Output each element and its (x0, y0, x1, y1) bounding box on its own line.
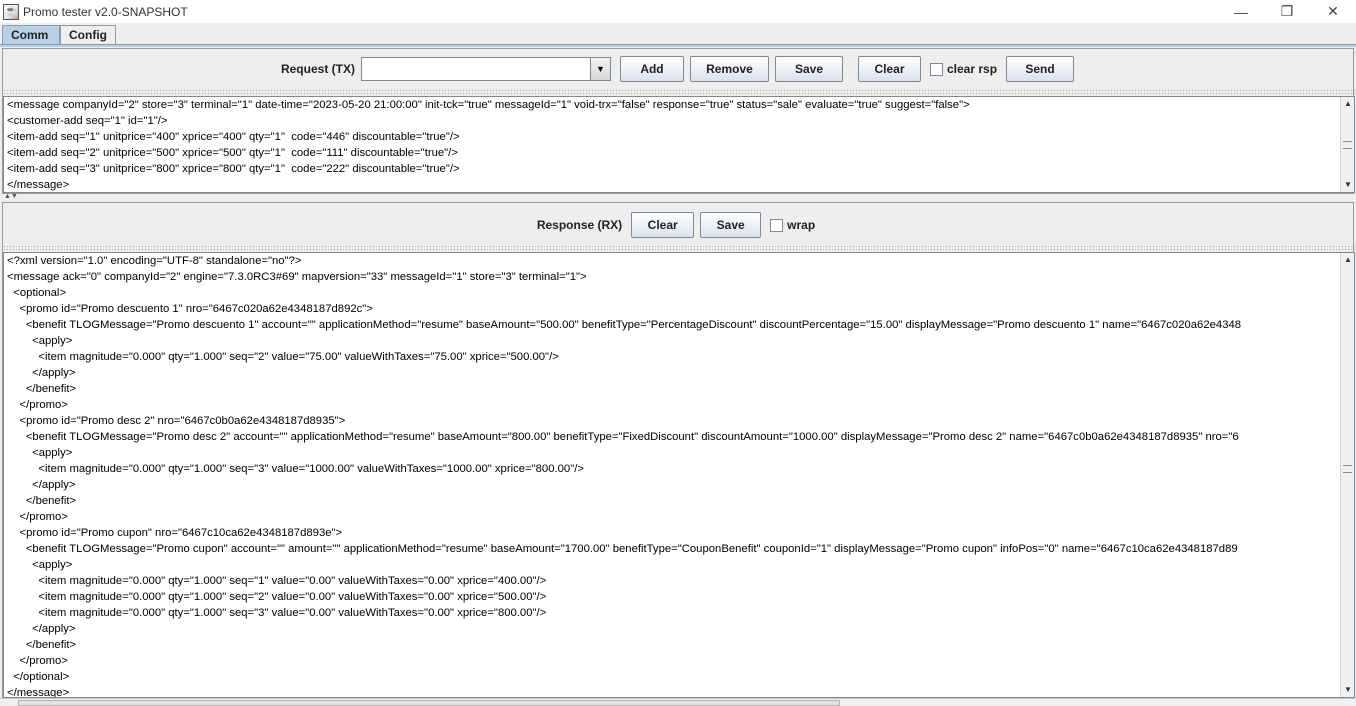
request-vscrollbar[interactable]: ▲ ▼ (1340, 97, 1354, 192)
response-line: <benefit TLOGMessage="Promo descuento 1"… (7, 319, 1242, 331)
send-button[interactable]: Send (1006, 56, 1075, 82)
chevron-down-icon[interactable]: ▼ (589, 58, 610, 80)
response-vscrollbar[interactable]: ▲ ▼ (1340, 253, 1354, 697)
minimize-button[interactable]: — (1218, 0, 1264, 23)
response-line: <promo id="Promo desc 2" nro="6467c0b0a6… (7, 415, 346, 427)
add-button[interactable]: Add (619, 56, 684, 82)
java-cup-icon: ☕ (3, 3, 19, 20)
request-line: </message> (7, 179, 70, 191)
response-line: <item magnitude="0.000" qty="1.000" seq=… (7, 351, 559, 363)
scroll-down-icon[interactable]: ▼ (1341, 683, 1354, 697)
response-line: <benefit TLOGMessage="Promo desc 2" acco… (7, 431, 1239, 443)
tab-panel-border (0, 44, 1356, 47)
response-clear-button[interactable]: Clear (631, 212, 695, 238)
response-line: <item magnitude="0.000" qty="1.000" seq=… (7, 591, 547, 603)
maximize-button[interactable]: ❐ (1264, 0, 1310, 23)
scroll-up-icon[interactable]: ▲ (1341, 97, 1354, 111)
response-line: </message> (7, 687, 70, 698)
response-line: <apply> (7, 559, 73, 571)
response-line: </apply> (7, 367, 76, 379)
request-line: <message companyId="2" store="3" termina… (7, 99, 970, 111)
wrap-label: wrap (787, 218, 816, 232)
response-line: </apply> (7, 623, 76, 635)
scroll-up-icon[interactable]: ▲ (1341, 253, 1354, 267)
scroll-thumb-grip[interactable] (1343, 465, 1352, 473)
response-line: <promo id="Promo descuento 1" nro="6467c… (7, 303, 373, 315)
response-line: <?xml version="1.0" encoding="UTF-8" sta… (7, 255, 302, 267)
response-line: </promo> (7, 399, 68, 411)
checkbox-box[interactable] (770, 218, 784, 232)
request-line: <customer-add seq="1" id="1"/> (7, 115, 168, 127)
response-text[interactable]: <?xml version="1.0" encoding="UTF-8" sta… (4, 253, 1354, 698)
response-textarea[interactable]: <?xml version="1.0" encoding="UTF-8" sta… (3, 252, 1355, 698)
split-divider[interactable]: ▲▼ (0, 193, 1356, 202)
tab-comm[interactable]: Comm (2, 25, 60, 46)
request-save-button[interactable]: Save (774, 56, 843, 82)
response-line: <item magnitude="0.000" qty="1.000" seq=… (7, 575, 547, 587)
response-line: <item magnitude="0.000" qty="1.000" seq=… (7, 607, 547, 619)
response-line: <benefit TLOGMessage="Promo cupon" accou… (7, 543, 1238, 555)
request-panel: Request (TX) ▼ Add Remove Save Clear cle… (2, 48, 1355, 194)
request-text[interactable]: <message companyId="2" store="3" termina… (4, 97, 1354, 192)
wrap-checkbox[interactable]: wrap (770, 218, 815, 232)
hscroll-thumb[interactable] (18, 700, 840, 706)
request-clear-button[interactable]: Clear (857, 56, 921, 82)
response-line: </benefit> (7, 495, 77, 507)
tab-bar: Comm Config (0, 23, 1356, 46)
response-line: <promo id="Promo cupon" nro="6467c10ca62… (7, 527, 343, 539)
response-line: <apply> (7, 447, 73, 459)
panel-separator (3, 245, 1355, 251)
remove-button[interactable]: Remove (689, 56, 769, 82)
response-line: </benefit> (7, 383, 77, 395)
request-line: <item-add seq="3" unitprice="800" xprice… (7, 163, 460, 175)
response-hscrollbar[interactable] (0, 698, 1356, 706)
window-controls: — ❐ ✕ (1218, 0, 1356, 23)
response-line: <apply> (7, 335, 73, 347)
scroll-thumb-grip[interactable] (1343, 141, 1352, 149)
request-line: <item-add seq="1" unitprice="400" xprice… (7, 131, 460, 143)
response-panel: Response (RX) Clear Save wrap <?xml vers… (2, 202, 1355, 706)
response-line: </optional> (7, 671, 70, 683)
clear-rsp-checkbox[interactable]: clear rsp (929, 62, 998, 76)
response-line: </benefit> (7, 639, 77, 651)
scroll-down-icon[interactable]: ▼ (1341, 178, 1354, 192)
request-line: <item-add seq="2" unitprice="500" xprice… (7, 147, 458, 159)
response-toolbar: Response (RX) Clear Save wrap (3, 211, 1355, 239)
request-toolbar: Request (TX) ▼ Add Remove Save Clear cle… (3, 55, 1355, 83)
checkbox-box[interactable] (929, 62, 943, 76)
clear-rsp-label: clear rsp (946, 62, 998, 76)
close-button[interactable]: ✕ (1310, 0, 1356, 23)
response-save-button[interactable]: Save (700, 212, 762, 238)
response-line: <message ack="0" companyId="2" engine="7… (7, 271, 587, 283)
request-label: Request (TX) (280, 62, 355, 76)
response-line: </apply> (7, 479, 76, 491)
request-textarea[interactable]: <message companyId="2" store="3" termina… (3, 96, 1355, 193)
window-title: Promo tester v2.0-SNAPSHOT (23, 4, 188, 19)
response-line: </promo> (7, 511, 68, 523)
panel-separator (3, 89, 1355, 95)
response-label: Response (RX) (536, 218, 623, 232)
request-combo[interactable]: ▼ (360, 57, 611, 81)
tab-config[interactable]: Config (60, 25, 116, 46)
response-line: </promo> (7, 655, 68, 667)
title-bar[interactable]: ☕ Promo tester v2.0-SNAPSHOT — ❐ ✕ (0, 0, 1356, 23)
response-line: <item magnitude="0.000" qty="1.000" seq=… (7, 463, 584, 475)
response-line: <optional> (7, 287, 67, 299)
collapse-arrows-icon[interactable]: ▲▼ (4, 193, 18, 200)
